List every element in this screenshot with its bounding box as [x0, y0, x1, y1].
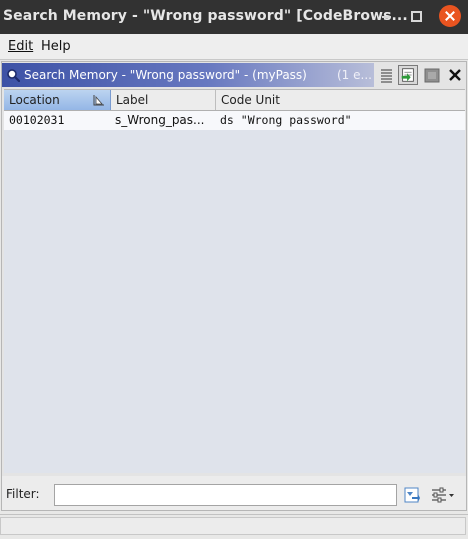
table-header: Location Label Code Unit	[4, 90, 465, 111]
filter-input[interactable]	[54, 484, 397, 506]
menu-help[interactable]: Help	[41, 39, 71, 54]
minimize-button[interactable]	[376, 6, 398, 28]
cell-location: 00102031	[9, 113, 65, 127]
cell-code-unit: ds "Wrong password"	[220, 113, 352, 127]
filter-bar: Filter:	[2, 476, 466, 510]
list-view-icon[interactable]	[376, 65, 396, 85]
sort-icon	[93, 95, 104, 106]
column-header-label[interactable]: Label	[111, 90, 216, 110]
status-text-area	[0, 517, 466, 535]
column-header-code-unit-text: Code Unit	[221, 93, 280, 107]
menu-edit-label: Edit	[8, 39, 34, 54]
panel-title: Search Memory - "Wrong password" - (myPa…	[24, 68, 307, 82]
column-header-location[interactable]: Location	[4, 90, 111, 110]
search-memory-window: Search Memory - "Wrong password" [CodeBr…	[0, 0, 468, 539]
memory-icon[interactable]	[422, 65, 442, 85]
result-count: (1 e...	[337, 68, 372, 82]
results-table: Location Label Code Unit 00102031 s_Wron…	[4, 89, 465, 473]
status-bar	[0, 514, 468, 539]
column-header-location-label: Location	[9, 93, 60, 107]
title-bar[interactable]: Search Memory - "Wrong password" [CodeBr…	[0, 0, 468, 34]
filter-settings-icon[interactable]	[429, 486, 455, 504]
search-results-panel: Search Memory - "Wrong password" - (myPa…	[1, 61, 467, 511]
table-row[interactable]: 00102031 s_Wrong_pas... ds "Wrong passwo…	[4, 111, 465, 130]
search-icon	[7, 69, 20, 82]
cell-label: s_Wrong_pas...	[115, 113, 205, 127]
select-in-listing-icon[interactable]	[398, 65, 418, 85]
column-header-code-unit[interactable]: Code Unit	[216, 90, 465, 110]
window-title: Search Memory - "Wrong password" [CodeBr…	[3, 8, 408, 24]
menu-help-label: Help	[41, 39, 71, 54]
column-header-label-text: Label	[116, 93, 149, 107]
panel-header: Search Memory - "Wrong password" - (myPa…	[2, 63, 466, 87]
window-close-button[interactable]	[439, 5, 461, 27]
filter-options-icon[interactable]	[403, 486, 421, 504]
close-icon[interactable]	[445, 65, 465, 85]
filter-label: Filter:	[6, 487, 40, 501]
menu-edit[interactable]: Edit	[8, 39, 33, 54]
maximize-button[interactable]	[405, 6, 427, 28]
menu-bar: Edit Help	[0, 34, 468, 60]
